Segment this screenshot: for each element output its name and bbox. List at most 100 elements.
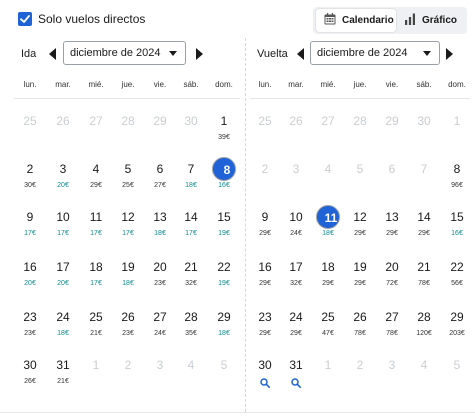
outbound-prev-month-button[interactable] (48, 48, 58, 60)
return-day-cell[interactable]: 27 78€ (376, 305, 408, 343)
chart-view-button[interactable]: Gráfico (402, 9, 464, 32)
return-day-cell[interactable]: 29 203€ (441, 305, 473, 343)
return-day-cell: 30 (408, 109, 440, 147)
outbound-day-cell: 25 (14, 109, 46, 147)
outbound-day-cell[interactable]: 16 20€ (14, 255, 46, 293)
return-day-cell[interactable]: 19 29€ (344, 255, 376, 293)
day-number: 18 (89, 260, 103, 274)
search-icon[interactable] (291, 378, 301, 388)
return-day-cell[interactable]: 14 29€ (408, 205, 440, 243)
return-day-cell[interactable]: 30 (249, 353, 281, 391)
direct-flights-checkbox[interactable] (18, 12, 32, 26)
return-day-cell[interactable]: 24 29€ (280, 305, 312, 343)
outbound-day-cell[interactable]: 14 17€ (175, 205, 207, 243)
outbound-day-cell[interactable]: 7 18€ (175, 157, 207, 195)
day-number: 21 (417, 260, 431, 274)
outbound-day-cell[interactable]: 28 35€ (175, 305, 207, 343)
day-number: 20 (385, 260, 399, 274)
return-day-cell[interactable]: 21 78€ (408, 255, 440, 293)
day-number: 20 (153, 260, 167, 274)
return-day-cell[interactable]: 13 29€ (376, 205, 408, 243)
day-number: 2 (124, 358, 132, 372)
outbound-day-cell[interactable]: 26 23€ (112, 305, 144, 343)
caret-down-icon (169, 51, 177, 56)
outbound-day-cell[interactable]: 22 19€ (208, 255, 240, 293)
outbound-day-cell[interactable]: 23 23€ (14, 305, 46, 343)
return-day-cell[interactable]: 11 18€ (312, 205, 344, 243)
day-price: 96€ (451, 182, 463, 189)
calendar-view-label: Calendario (342, 15, 394, 26)
outbound-day-cell[interactable]: 19 18€ (112, 255, 144, 293)
day-price: 21€ (57, 378, 69, 385)
return-day-cell[interactable]: 9 29€ (249, 205, 281, 243)
outbound-day-cell[interactable]: 1 39€ (208, 109, 240, 147)
weekday-label: vie. (385, 80, 399, 89)
outbound-day-cell[interactable]: 5 25€ (112, 157, 144, 195)
day-number: 1 (324, 358, 332, 372)
outbound-day-cell[interactable]: 30 26€ (14, 353, 46, 391)
return-month-select[interactable]: diciembre de 2024 (310, 41, 440, 65)
outbound-day-cell[interactable]: 2 30€ (14, 157, 46, 195)
return-day-cell[interactable]: 31 (280, 353, 312, 391)
day-number: 10 (289, 210, 303, 224)
return-day-cell[interactable]: 25 47€ (312, 305, 344, 343)
day-number: 16 (23, 260, 37, 274)
day-number: 4 (324, 162, 332, 176)
outbound-day-cell[interactable]: 11 17€ (80, 205, 112, 243)
outbound-day-cell[interactable]: 25 21€ (80, 305, 112, 343)
search-icon[interactable] (260, 378, 270, 388)
return-day-cell[interactable]: 20 72€ (376, 255, 408, 293)
day-number: 26 (56, 114, 70, 128)
return-day-cell[interactable]: 17 32€ (280, 255, 312, 293)
outbound-day-cell[interactable]: 3 20€ (47, 157, 79, 195)
return-day-cell[interactable]: 26 78€ (344, 305, 376, 343)
return-day-cell[interactable]: 10 24€ (280, 205, 312, 243)
direct-flights-label[interactable]: Solo vuelos directos (38, 12, 145, 26)
bottom-divider (0, 412, 475, 413)
return-day-cell[interactable]: 15 16€ (441, 205, 473, 243)
return-prev-month-button[interactable] (296, 48, 306, 60)
weekday-label: vie. (153, 80, 167, 89)
day-number: 29 (385, 114, 399, 128)
outbound-day-cell[interactable]: 27 24€ (144, 305, 176, 343)
outbound-day-cell[interactable]: 9 17€ (14, 205, 46, 243)
return-day-cell[interactable]: 12 29€ (344, 205, 376, 243)
outbound-day-cell[interactable]: 17 20€ (47, 255, 79, 293)
return-day-cell[interactable]: 16 29€ (249, 255, 281, 293)
outbound-month-select[interactable]: diciembre de 2024 (63, 41, 186, 65)
outbound-day-cell[interactable]: 8 16€ (208, 157, 240, 195)
outbound-day-cell[interactable]: 6 27€ (144, 157, 176, 195)
calendar-divider (245, 38, 246, 412)
return-day-cell[interactable]: 8 96€ (441, 157, 473, 195)
return-day-cell[interactable]: 22 56€ (441, 255, 473, 293)
day-price: 20€ (57, 182, 69, 189)
day-number: 10 (56, 210, 70, 224)
outbound-day-cell[interactable]: 21 32€ (175, 255, 207, 293)
outbound-day-cell[interactable]: 13 18€ (144, 205, 176, 243)
bar-chart-icon (404, 13, 416, 28)
outbound-day-cell[interactable]: 18 17€ (80, 255, 112, 293)
outbound-day-cell[interactable]: 20 23€ (144, 255, 176, 293)
return-day-cell[interactable]: 18 29€ (312, 255, 344, 293)
return-day-cell[interactable]: 23 29€ (249, 305, 281, 343)
outbound-day-cell[interactable]: 24 18€ (47, 305, 79, 343)
day-price: 16€ (451, 230, 463, 237)
outbound-day-cell[interactable]: 29 18€ (208, 305, 240, 343)
day-number: 12 (121, 210, 135, 224)
day-number: 21 (184, 260, 198, 274)
day-price: 18€ (218, 330, 230, 337)
outbound-next-month-button[interactable] (194, 48, 204, 60)
day-price: 32€ (185, 280, 197, 287)
outbound-day-cell[interactable]: 4 29€ (80, 157, 112, 195)
return-day-cell[interactable]: 28 120€ (408, 305, 440, 343)
day-number: 23 (258, 310, 272, 324)
return-day-cell: 5 (441, 353, 473, 391)
outbound-day-cell[interactable]: 12 17€ (112, 205, 144, 243)
outbound-day-cell[interactable]: 31 21€ (47, 353, 79, 391)
outbound-day-cell[interactable]: 15 19€ (208, 205, 240, 243)
day-number: 27 (153, 310, 167, 324)
outbound-day-cell[interactable]: 10 17€ (47, 205, 79, 243)
calendar-view-button[interactable]: Calendario (316, 9, 396, 32)
day-price: 29€ (259, 230, 271, 237)
return-next-month-button[interactable] (444, 48, 454, 60)
